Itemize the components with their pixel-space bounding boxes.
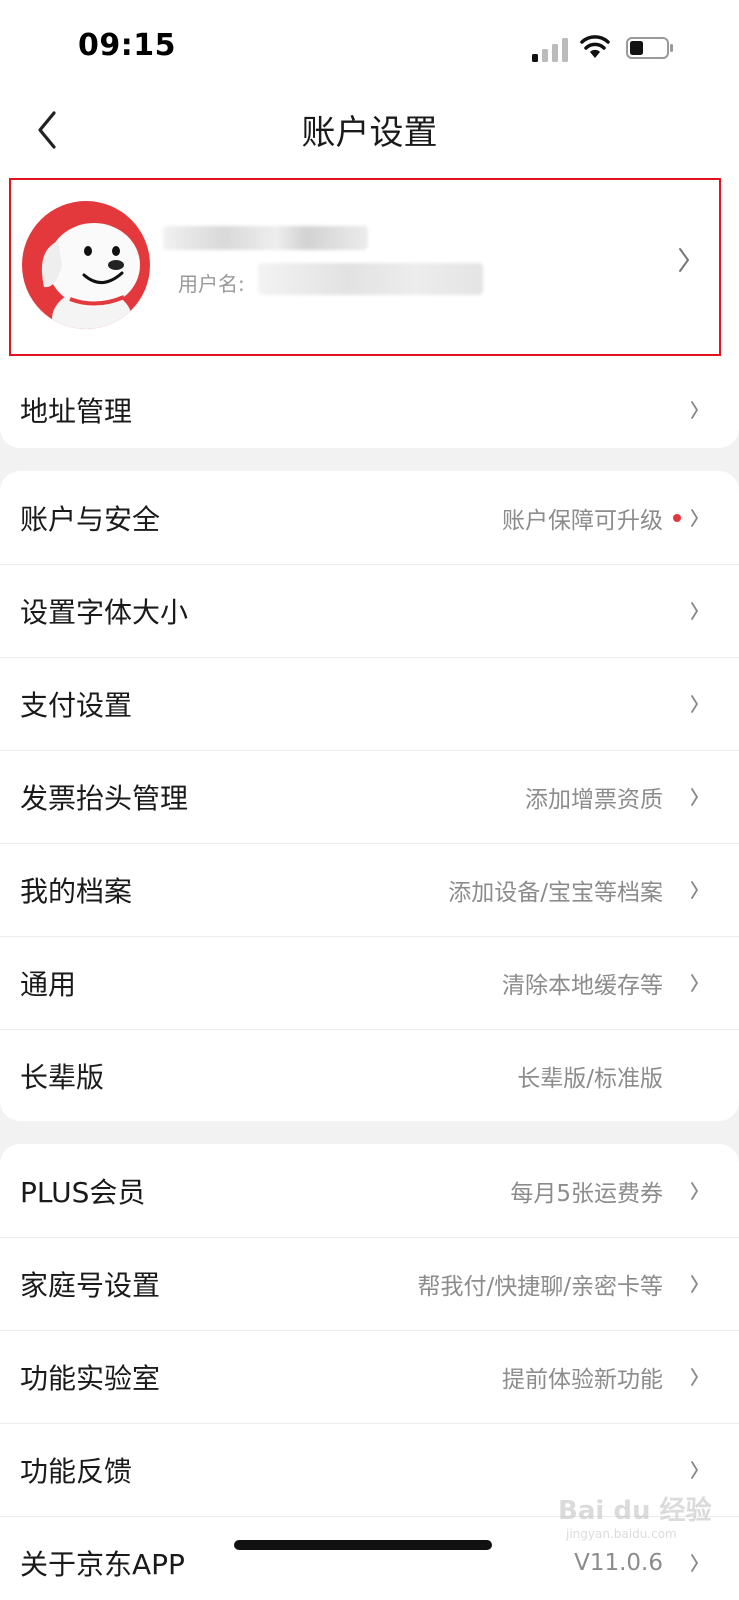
row-label: 家庭号设置 xyxy=(20,1268,161,1302)
notification-dot xyxy=(673,513,681,522)
chevron-right-icon xyxy=(691,1181,698,1200)
chevron-right-icon xyxy=(691,880,698,899)
row-label: 支付设置 xyxy=(20,688,133,722)
row-label: 账户与安全 xyxy=(20,502,161,536)
settings-row-plus-member[interactable]: PLUS会员 每月5张运费券 xyxy=(0,1144,739,1237)
row-label: 通用 xyxy=(20,967,77,1001)
row-value: 帮我付/快捷聊/亲密卡等 xyxy=(417,1273,664,1300)
settings-row-my-profile[interactable]: 我的档案 添加设备/宝宝等档案 xyxy=(0,843,739,936)
row-label: PLUS会员 xyxy=(20,1175,146,1209)
chevron-right-icon xyxy=(691,400,698,419)
row-label: 设置字体大小 xyxy=(20,595,189,629)
row-label: 功能实验室 xyxy=(20,1361,161,1395)
chevron-right-icon xyxy=(691,973,698,992)
highlight-box xyxy=(9,178,721,356)
chevron-right-icon xyxy=(691,694,698,713)
profile-card[interactable]: 用户名: xyxy=(0,173,739,363)
row-value: V11.0.6 xyxy=(574,1549,663,1576)
chevron-right-icon xyxy=(691,601,698,620)
chevron-right-icon xyxy=(691,787,698,806)
settings-row-address[interactable]: 地址管理 xyxy=(0,363,739,448)
settings-group-address: 地址管理 xyxy=(0,363,739,448)
row-value: 添加增票资质 xyxy=(525,786,663,813)
watermark-url: jingyan.baidu.com xyxy=(566,1527,677,1541)
home-indicator[interactable] xyxy=(234,1540,492,1550)
row-value: 添加设备/宝宝等档案 xyxy=(448,879,663,906)
chevron-right-icon xyxy=(691,1274,698,1293)
nav-bar: 账户设置 xyxy=(0,95,739,173)
settings-row-payment[interactable]: 支付设置 xyxy=(0,657,739,750)
settings-row-elder-mode[interactable]: 长辈版 长辈版/标准版 xyxy=(0,1029,739,1121)
settings-row-general[interactable]: 通用 清除本地缓存等 xyxy=(0,936,739,1029)
settings-row-account-security[interactable]: 账户与安全 账户保障可升级 xyxy=(0,471,739,564)
chevron-right-icon xyxy=(691,1367,698,1386)
settings-row-font-size[interactable]: 设置字体大小 xyxy=(0,564,739,657)
wifi-icon xyxy=(580,35,610,58)
row-value: 清除本地缓存等 xyxy=(502,972,663,999)
chevron-right-icon xyxy=(691,508,698,527)
row-value: 长辈版/标准版 xyxy=(517,1065,663,1092)
row-label: 关于京东APP xyxy=(20,1547,185,1581)
status-time: 09:15 xyxy=(78,28,176,63)
settings-row-invoice[interactable]: 发票抬头管理 添加增票资质 xyxy=(0,750,739,843)
row-label: 功能反馈 xyxy=(20,1454,133,1488)
chevron-right-icon xyxy=(691,1460,698,1479)
row-label: 发票抬头管理 xyxy=(20,781,189,815)
row-value: 账户保障可升级 xyxy=(502,507,663,534)
row-value: 每月5张运费券 xyxy=(510,1180,663,1207)
page-title: 账户设置 xyxy=(301,113,438,153)
row-value: 提前体验新功能 xyxy=(502,1366,663,1393)
settings-group-main: 账户与安全 账户保障可升级 设置字体大小 支付设置 发票抬头管理 添加增票资质 … xyxy=(0,471,739,1121)
row-label: 地址管理 xyxy=(20,394,133,428)
status-bar: 09:15 xyxy=(0,0,739,95)
watermark-brand: Bai du 经验 xyxy=(558,1496,712,1526)
watermark: Bai du 经验 jingyan.baidu.com xyxy=(558,1490,712,1541)
row-label: 我的档案 xyxy=(20,874,133,908)
chevron-right-icon xyxy=(691,1553,698,1572)
row-label: 长辈版 xyxy=(20,1060,105,1094)
settings-row-family-account[interactable]: 家庭号设置 帮我付/快捷聊/亲密卡等 xyxy=(0,1237,739,1330)
cellular-signal-icon xyxy=(532,38,568,62)
battery-icon xyxy=(626,37,673,59)
settings-row-feature-lab[interactable]: 功能实验室 提前体验新功能 xyxy=(0,1330,739,1423)
